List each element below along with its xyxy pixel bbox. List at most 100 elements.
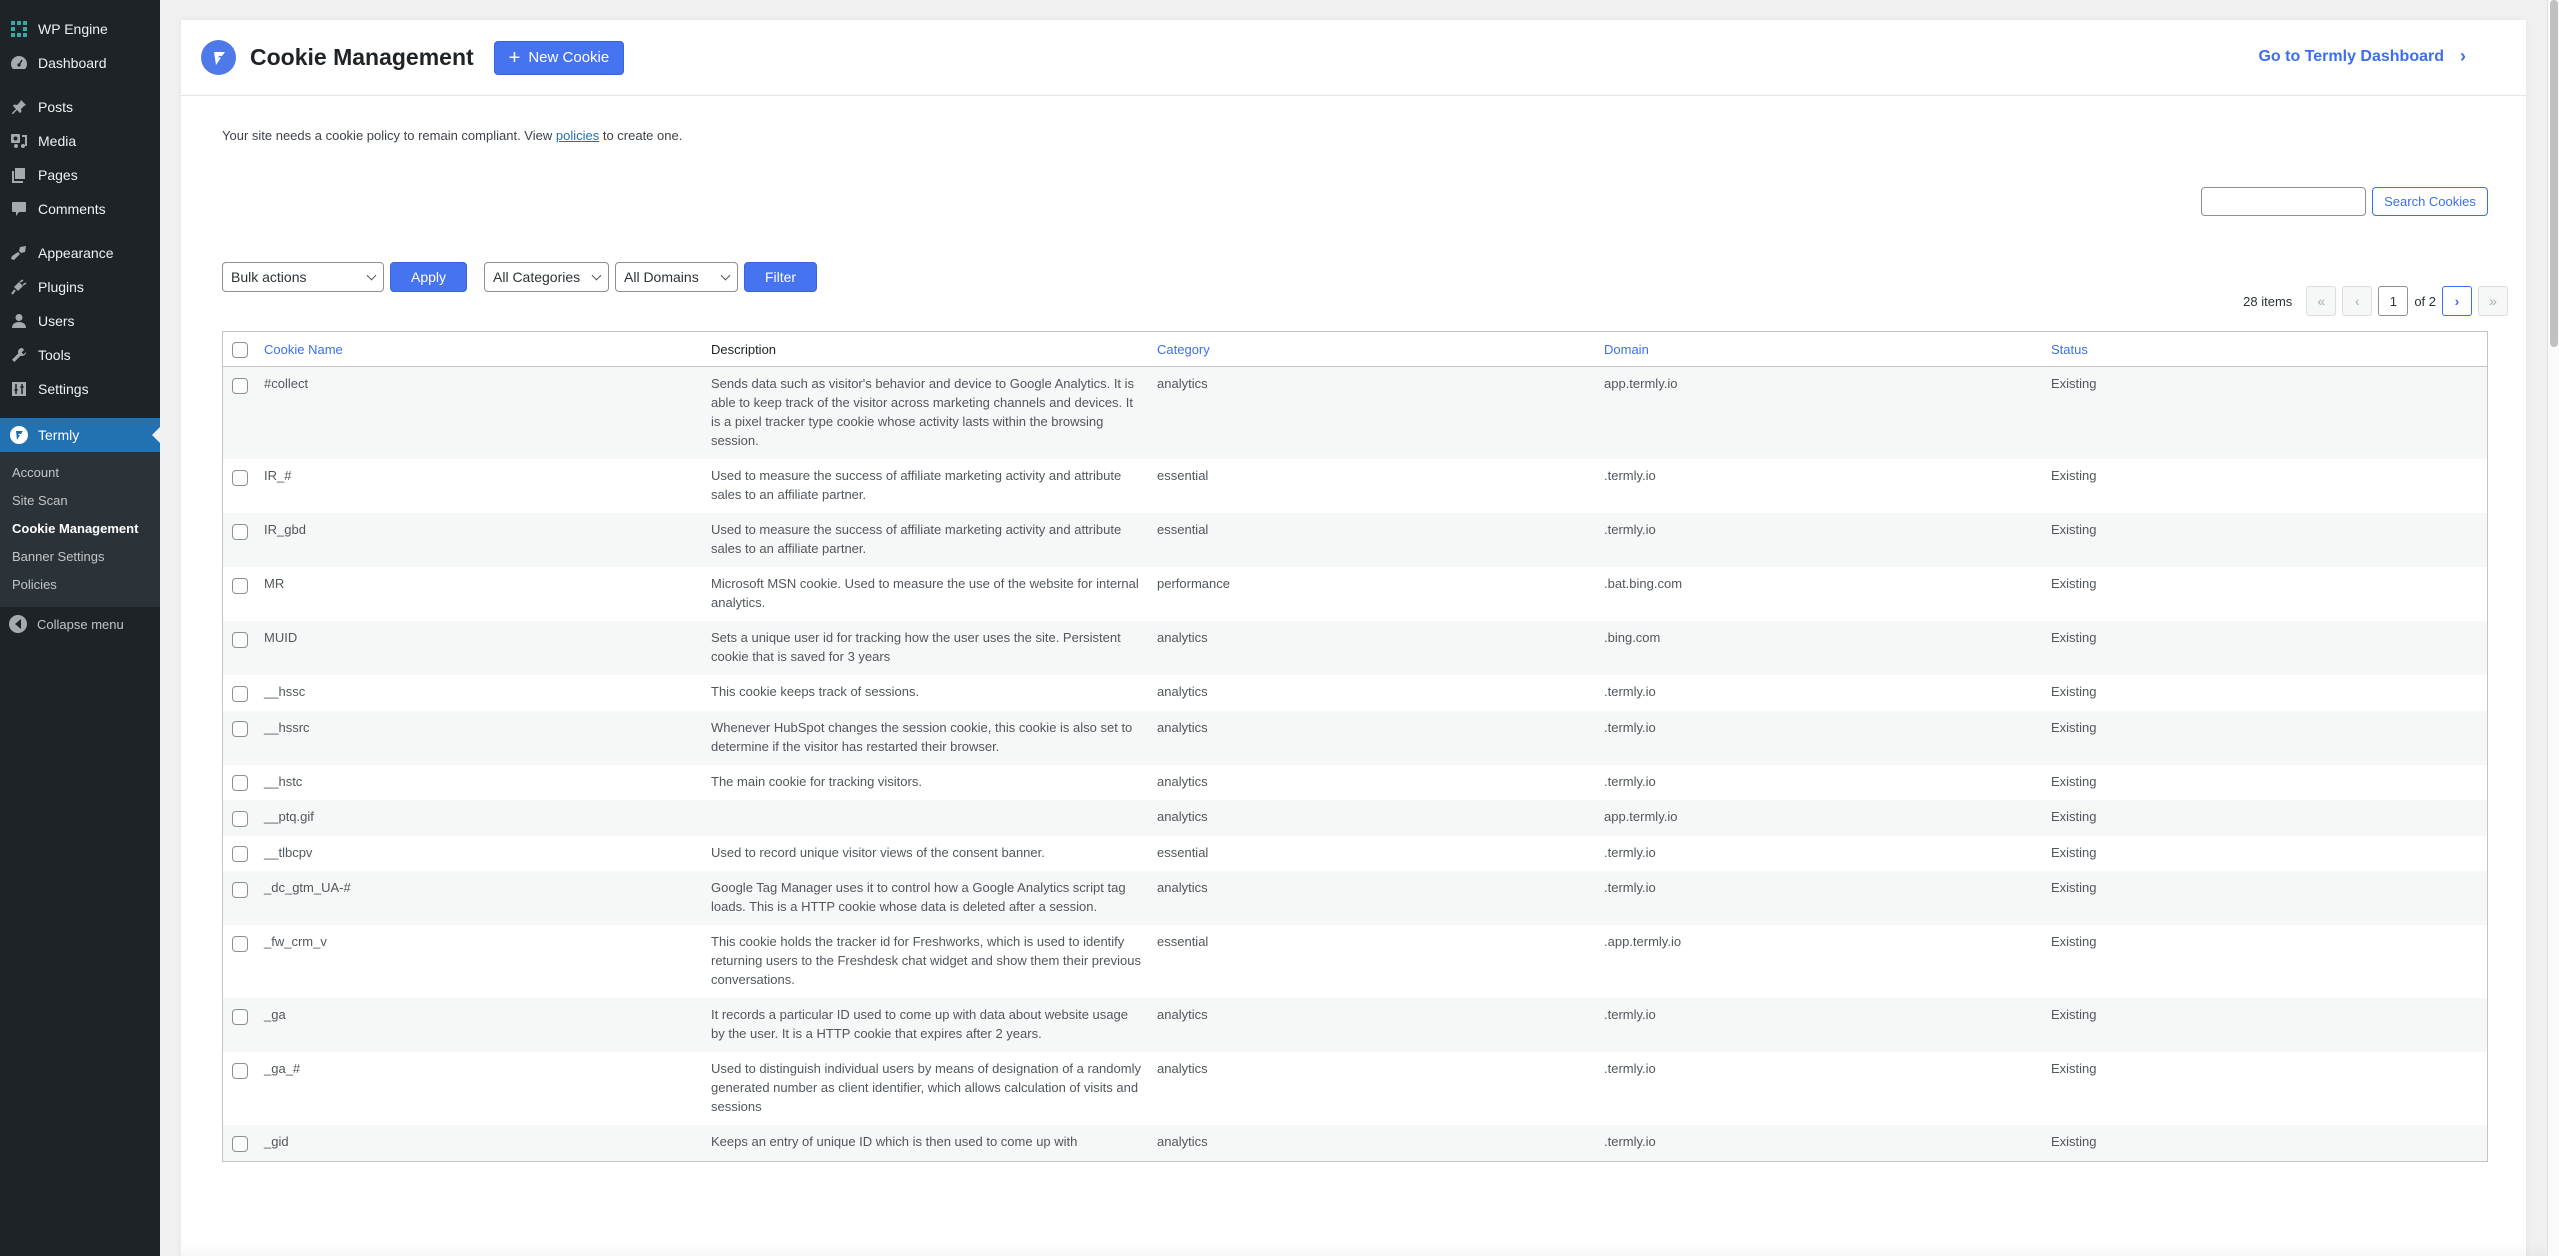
submenu-item-policies[interactable]: Policies: [0, 571, 160, 599]
row-checkbox[interactable]: [232, 881, 248, 898]
table-row[interactable]: IR_gbd Used to measure the success of aff…: [223, 513, 2487, 567]
select-all-checkbox[interactable]: [232, 342, 248, 359]
cookie-domain: .termly.io: [1604, 880, 1656, 896]
row-checkbox[interactable]: [232, 1008, 248, 1025]
row-checkbox[interactable]: [232, 577, 248, 594]
row-checkbox-cell: [223, 574, 264, 612]
scrollbar-thumb[interactable]: [2550, 0, 2558, 347]
cookie-domain: app.termly.io: [1604, 809, 1678, 825]
table-row[interactable]: _gid Keeps an entry of unique ID which is…: [223, 1125, 2487, 1161]
sidebar-item-media[interactable]: Media: [0, 124, 160, 158]
submenu-item-cookie-management[interactable]: Cookie Management: [0, 515, 160, 543]
cookie-description: Google Tag Manager uses it to control ho…: [711, 880, 1126, 915]
row-checkbox-cell: [223, 628, 264, 666]
cookie-description: Used to measure the success of affiliate…: [711, 468, 1122, 502]
collapse-menu-button[interactable]: Collapse menu: [0, 607, 160, 641]
sidebar-item-termly[interactable]: Termly: [0, 418, 160, 452]
cookie-status: Existing: [2051, 880, 2097, 896]
row-checkbox[interactable]: [232, 1135, 248, 1152]
row-checkbox-cell: [223, 772, 264, 792]
sidebar-item-posts[interactable]: Posts: [0, 90, 160, 124]
bulk-actions-select[interactable]: Bulk actions: [222, 262, 384, 292]
table-row[interactable]: __tlbcpv Used to record unique visitor vi…: [223, 836, 2487, 872]
table-row[interactable]: _ga_# Used to distinguish individual user…: [223, 1052, 2487, 1125]
last-page-button[interactable]: »: [2478, 286, 2508, 316]
cookie-name: __hstc: [264, 773, 303, 789]
table-row[interactable]: __hssc This cookie keeps track of session…: [223, 675, 2487, 711]
cookie-status: Existing: [2051, 934, 2097, 950]
cookie-status: Existing: [2051, 522, 2097, 537]
row-checkbox-cell: [223, 682, 264, 702]
row-checkbox[interactable]: [232, 685, 248, 702]
table-row[interactable]: __ptq.gif analytics app.termly.io Existing: [223, 800, 2487, 836]
page-scrollbar[interactable]: [2547, 0, 2559, 1256]
row-checkbox-cell: [223, 807, 264, 827]
table-row[interactable]: _fw_crm_v This cookie holds the tracker i…: [223, 925, 2487, 998]
cookie-domain: .termly.io: [1604, 773, 1656, 789]
submenu-item-banner-settings[interactable]: Banner Settings: [0, 543, 160, 571]
sidebar-item-dashboard[interactable]: Dashboard: [0, 46, 160, 80]
table-row[interactable]: _ga It records a particular ID used to co…: [223, 998, 2487, 1053]
table-row[interactable]: __hstc The main cookie for tracking visit…: [223, 765, 2487, 801]
cookie-name: _ga_#: [264, 1061, 301, 1077]
row-checkbox[interactable]: [232, 775, 248, 792]
cookie-status: Existing: [2051, 809, 2097, 825]
filter-button[interactable]: Filter: [744, 262, 817, 292]
row-checkbox[interactable]: [232, 523, 248, 540]
categories-select[interactable]: All Categories: [484, 262, 609, 292]
row-checkbox[interactable]: [232, 1062, 248, 1079]
table-row[interactable]: MR Microsoft MSN cookie. Used to measure …: [223, 567, 2487, 621]
policies-link[interactable]: policies: [556, 128, 599, 143]
cookie-description: This cookie keeps track of sessions.: [711, 684, 920, 699]
new-cookie-button[interactable]: + New Cookie: [493, 40, 625, 75]
sidebar-item-pages[interactable]: Pages: [0, 158, 160, 192]
sidebar-item-label: Plugins: [38, 279, 84, 295]
row-checkbox[interactable]: [232, 721, 248, 738]
cookie-domain: .termly.io: [1604, 684, 1656, 699]
sidebar-item-users[interactable]: Users: [0, 304, 160, 338]
row-checkbox[interactable]: [232, 846, 248, 863]
sidebar-item-settings[interactable]: Settings: [0, 372, 160, 406]
prev-page-button[interactable]: ‹: [2342, 286, 2373, 316]
column-domain[interactable]: Domain: [1604, 340, 2051, 359]
cookie-description: Whenever HubSpot changes the session coo…: [711, 719, 1133, 754]
table-row[interactable]: __hssrc Whenever HubSpot changes the sess…: [223, 710, 2487, 765]
go-to-termly-dashboard-link[interactable]: Go to Termly Dashboard ›: [2258, 46, 2466, 67]
column-status[interactable]: Status: [2051, 340, 2171, 359]
column-cookie-name[interactable]: Cookie Name: [264, 340, 711, 359]
cookies-table: Cookie Name Description Category Domain …: [222, 331, 2488, 1162]
cookie-category: essential: [1157, 844, 1209, 860]
row-checkbox[interactable]: [232, 631, 248, 648]
sidebar-item-tools[interactable]: Tools: [0, 338, 160, 372]
current-page-input[interactable]: [2378, 286, 2409, 316]
row-checkbox[interactable]: [232, 810, 248, 827]
sidebar-item-plugins[interactable]: Plugins: [0, 270, 160, 304]
table-row[interactable]: MUID Sets a unique user id for tracking h…: [223, 621, 2487, 675]
sidebar-item-wp-engine[interactable]: WP Engine: [0, 12, 160, 46]
column-description: Description: [711, 341, 777, 357]
dashboard-link-label: Go to Termly Dashboard: [2258, 47, 2444, 65]
search-cookies-button[interactable]: Search Cookies: [2372, 187, 2488, 216]
cookie-status: Existing: [2051, 1061, 2097, 1077]
column-category[interactable]: Category: [1157, 340, 1604, 359]
row-checkbox[interactable]: [232, 377, 248, 394]
domains-value: All Domains: [624, 269, 699, 285]
submenu-item-account[interactable]: Account: [0, 459, 160, 487]
cookie-name: _fw_crm_v: [264, 934, 327, 950]
domains-select[interactable]: All Domains: [615, 262, 738, 292]
table-row[interactable]: #collect Sends data such as visitor's beh…: [223, 367, 2487, 459]
sidebar-item-label: WP Engine: [38, 21, 108, 37]
table-row[interactable]: _dc_gtm_UA-# Google Tag Manager uses it t…: [223, 871, 2487, 926]
cookie-name: MR: [264, 576, 285, 591]
row-checkbox[interactable]: [232, 469, 248, 486]
cookie-status: Existing: [2051, 376, 2097, 391]
submenu-item-site-scan[interactable]: Site Scan: [0, 487, 160, 515]
apply-button[interactable]: Apply: [390, 262, 467, 292]
search-cookies-input[interactable]: [2201, 187, 2366, 216]
next-page-button[interactable]: ›: [2442, 286, 2472, 316]
table-row[interactable]: IR_# Used to measure the success of affil…: [223, 459, 2487, 513]
row-checkbox[interactable]: [232, 935, 248, 952]
sidebar-item-comments[interactable]: Comments: [0, 192, 160, 226]
sidebar-item-appearance[interactable]: Appearance: [0, 236, 160, 270]
first-page-button[interactable]: «: [2306, 286, 2337, 316]
